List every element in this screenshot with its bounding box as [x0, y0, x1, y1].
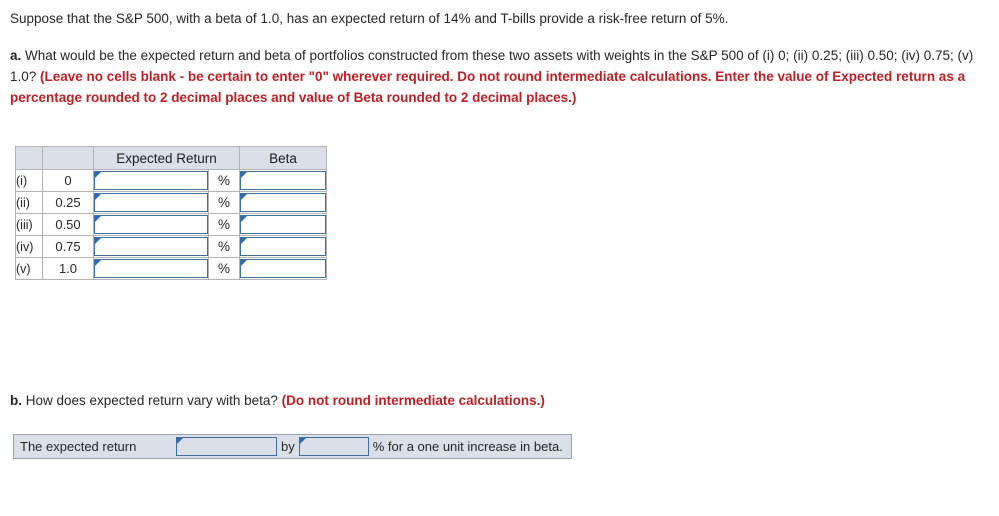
beta-input-cell[interactable] — [239, 257, 327, 280]
expected-return-input[interactable] — [94, 215, 208, 234]
beta-input[interactable] — [240, 259, 326, 278]
part-a-question: a. What would be the expected return and… — [10, 45, 976, 108]
row-weight-value: 0 — [42, 169, 94, 192]
part-a-marker: a. — [10, 48, 22, 63]
expected-return-input-cell[interactable] — [93, 235, 209, 258]
expected-return-input-cell[interactable] — [93, 191, 209, 214]
part-a-instruction: (Leave no cells blank - be certain to en… — [10, 69, 966, 105]
table-row: (i) 0 % — [15, 169, 327, 192]
beta-input[interactable] — [240, 215, 326, 234]
expected-return-input-cell[interactable] — [93, 257, 209, 280]
part-b-answer-bar: The expected return by % for a one unit … — [13, 434, 572, 459]
part-b-instruction: (Do not round intermediate calculations.… — [281, 393, 545, 408]
worksheet-page: Suppose that the S&P 500, with a beta of… — [0, 0, 999, 516]
table-row: (iv) 0.75 % — [15, 235, 327, 258]
percent-suffix: % — [208, 169, 240, 192]
row-roman-label: (i) — [15, 169, 43, 192]
percent-suffix: % — [208, 213, 240, 236]
amount-input[interactable] — [298, 437, 369, 456]
row-weight-value: 0.25 — [42, 191, 94, 214]
row-weight-value: 0.50 — [42, 213, 94, 236]
direction-select[interactable] — [176, 437, 277, 456]
beta-input-cell[interactable] — [239, 191, 327, 214]
table-row: (iii) 0.50 % — [15, 213, 327, 236]
part-b-marker: b. — [10, 393, 22, 408]
expected-return-input-cell[interactable] — [93, 169, 209, 192]
answer-by-label: by — [281, 439, 295, 454]
expected-return-input[interactable] — [94, 171, 208, 190]
row-roman-label: (ii) — [15, 191, 43, 214]
expected-return-input[interactable] — [94, 237, 208, 256]
expected-return-input-cell[interactable] — [93, 213, 209, 236]
percent-suffix: % — [208, 257, 240, 280]
table-row: (ii) 0.25 % — [15, 191, 327, 214]
header-blank-roman — [15, 146, 43, 170]
answer-lead-label: The expected return — [20, 439, 137, 454]
beta-input[interactable] — [240, 237, 326, 256]
beta-input-cell[interactable] — [239, 169, 327, 192]
expected-return-input[interactable] — [94, 259, 208, 278]
header-blank-weight — [42, 146, 94, 170]
table-row: (v) 1.0 % — [15, 257, 327, 280]
table-header-row: Expected Return Beta — [15, 146, 327, 170]
row-roman-label: (iii) — [15, 213, 43, 236]
part-a-table: Expected Return Beta (i) 0 % (ii) 0.25 %… — [15, 146, 327, 280]
row-weight-value: 1.0 — [42, 257, 94, 280]
row-weight-value: 0.75 — [42, 235, 94, 258]
beta-input[interactable] — [240, 171, 326, 190]
beta-input-cell[interactable] — [239, 235, 327, 258]
percent-suffix: % — [208, 191, 240, 214]
part-b-question: b. How does expected return vary with be… — [10, 391, 910, 411]
answer-tail-label: % for a one unit increase in beta. — [372, 439, 563, 454]
beta-input-cell[interactable] — [239, 213, 327, 236]
beta-input[interactable] — [240, 193, 326, 212]
percent-suffix: % — [208, 235, 240, 258]
intro-paragraph: Suppose that the S&P 500, with a beta of… — [10, 11, 729, 26]
expected-return-input[interactable] — [94, 193, 208, 212]
row-roman-label: (iv) — [15, 235, 43, 258]
header-beta: Beta — [239, 146, 327, 170]
part-b-prompt: How does expected return vary with beta? — [22, 393, 282, 408]
header-expected-return: Expected Return — [93, 146, 240, 170]
row-roman-label: (v) — [15, 257, 43, 280]
